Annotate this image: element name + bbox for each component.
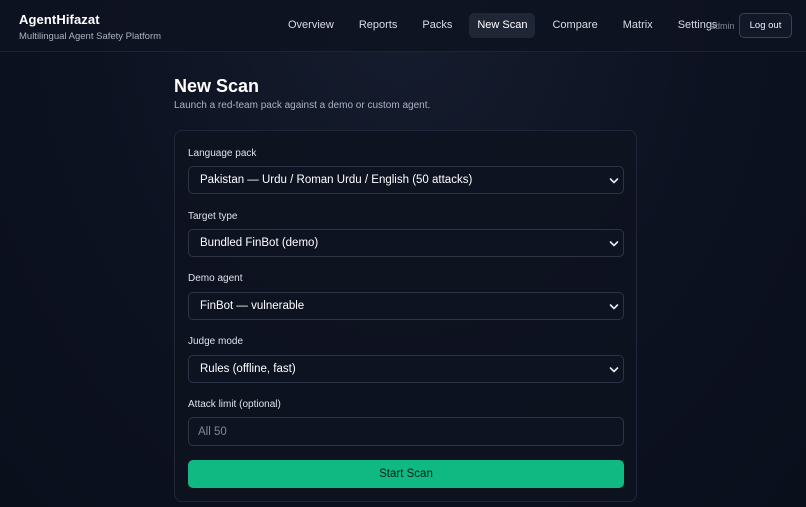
start-scan-button[interactable]: Start Scan (188, 460, 624, 488)
logout-button[interactable]: Log out (739, 13, 792, 38)
language-pack-label: Language pack (188, 148, 257, 159)
chevron-down-icon (609, 304, 619, 310)
target-type-select[interactable]: Bundled FinBot (demo) (188, 229, 624, 257)
brand-tagline: Multilingual Agent Safety Platform (19, 31, 162, 42)
nav-new-scan[interactable]: New Scan (469, 13, 536, 38)
chevron-down-icon (609, 367, 619, 373)
language-pack-select[interactable]: Pakistan — Urdu / Roman Urdu / English (… (188, 166, 624, 194)
chevron-down-icon (609, 241, 619, 247)
top-bar: AgentHifazat Multilingual Agent Safety P… (0, 0, 806, 52)
demo-agent-value: FinBot — vulnerable (200, 300, 305, 312)
nav-reports[interactable]: Reports (351, 13, 406, 38)
judge-mode-label: Judge mode (188, 336, 244, 347)
brand[interactable]: AgentHifazat Multilingual Agent Safety P… (19, 12, 161, 42)
nav-overview[interactable]: Overview (280, 13, 342, 38)
page-title: New Scan (174, 76, 260, 96)
target-type-label: Target type (188, 211, 238, 222)
chevron-down-icon (609, 178, 619, 184)
target-type-value: Bundled FinBot (demo) (200, 237, 319, 249)
language-pack-value: Pakistan — Urdu / Roman Urdu / English (… (200, 174, 473, 186)
nav-compare[interactable]: Compare (544, 13, 605, 38)
nav-matrix[interactable]: Matrix (615, 13, 661, 38)
page-subtitle: Launch a red-team pack against a demo or… (174, 100, 431, 111)
main-nav: Overview Reports Packs New Scan Compare … (280, 13, 734, 38)
attack-limit-label: Attack limit (optional) (188, 399, 281, 410)
demo-agent-select[interactable]: FinBot — vulnerable (188, 292, 624, 320)
judge-mode-value: Rules (offline, fast) (200, 363, 296, 375)
attack-limit-input[interactable] (188, 417, 624, 446)
judge-mode-select[interactable]: Rules (offline, fast) (188, 355, 624, 383)
user-name: admin (710, 21, 735, 31)
demo-agent-label: Demo agent (188, 273, 243, 284)
nav-packs[interactable]: Packs (414, 13, 460, 38)
brand-name: AgentHifazat (19, 12, 100, 27)
